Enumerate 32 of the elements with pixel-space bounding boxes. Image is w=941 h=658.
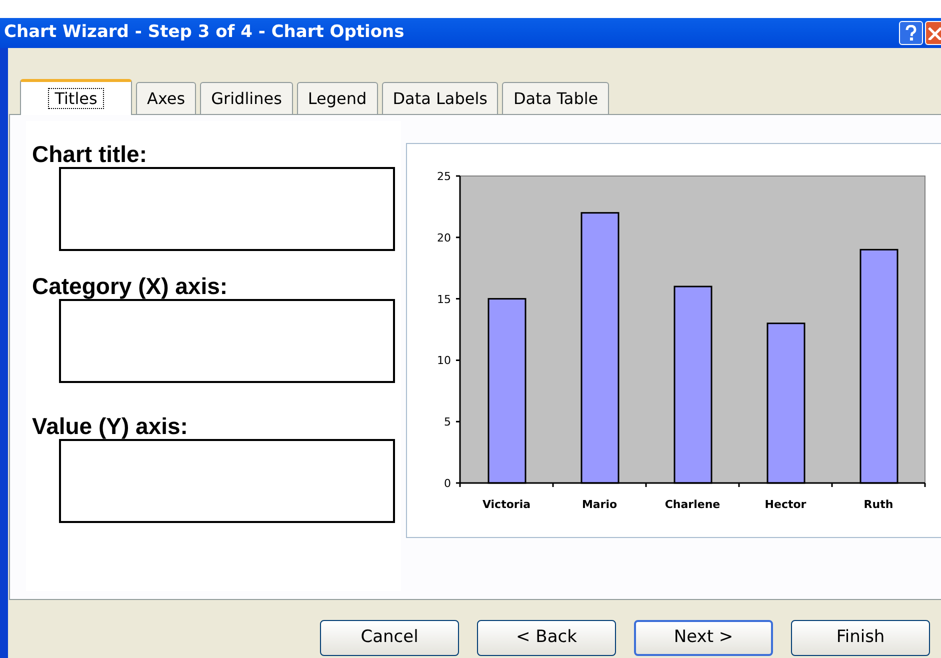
x-tick-label: Charlene <box>664 498 720 511</box>
x-tick-label: Hector <box>764 498 806 511</box>
tab[interactable]: Titles <box>20 79 132 115</box>
y-tick-label: 25 <box>437 170 451 183</box>
tab[interactable]: Gridlines <box>200 82 293 114</box>
field-label: Chart title: <box>32 141 148 167</box>
help-button[interactable] <box>899 21 923 45</box>
dialog-button[interactable]: Next > <box>634 620 774 656</box>
tab[interactable]: Data Labels <box>382 82 498 114</box>
dialog-button[interactable]: Finish <box>791 620 930 656</box>
x-tick-label: Victoria <box>482 498 531 511</box>
y-tick-label: 15 <box>437 292 451 306</box>
close-icon <box>926 26 940 40</box>
dialog-button[interactable]: Cancel <box>320 620 459 656</box>
input-field[interactable] <box>59 439 395 523</box>
tab[interactable]: Data Table <box>502 82 610 114</box>
y-tick-label: 10 <box>437 354 451 368</box>
field-label: Category (X) axis: <box>32 273 229 299</box>
input-field[interactable] <box>59 167 395 251</box>
y-tick-label: 5 <box>444 416 451 429</box>
input-field[interactable] <box>59 299 395 383</box>
tab[interactable]: Axes <box>136 82 196 114</box>
x-tick-label: Mario <box>582 498 618 511</box>
tab[interactable]: Legend <box>296 82 378 114</box>
dialog-button[interactable]: < Back <box>477 620 616 656</box>
close-button[interactable] <box>925 21 941 45</box>
y-tick-label: 0 <box>444 477 451 490</box>
x-tick-label: Ruth <box>864 498 894 511</box>
field-label: Value (Y) axis: <box>32 413 189 439</box>
y-tick-label: 20 <box>437 231 451 244</box>
window-title: Chart Wizard - Step 3 of 4 - Chart Options <box>4 21 406 44</box>
help-icon <box>905 25 917 41</box>
